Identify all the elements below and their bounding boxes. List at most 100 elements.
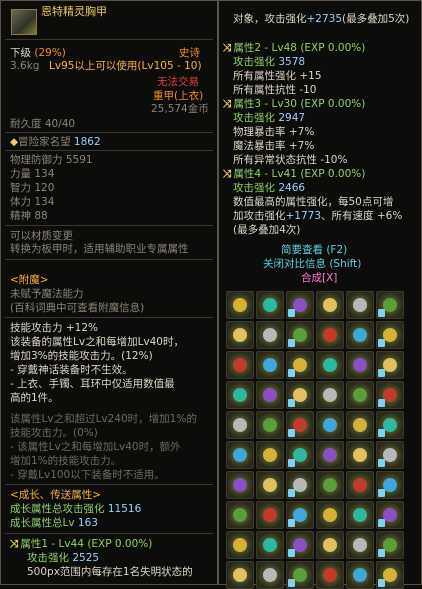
item-icon: [383, 298, 397, 312]
inventory-slot[interactable]: [226, 291, 254, 319]
inventory-slot[interactable]: [226, 351, 254, 379]
inventory-slot[interactable]: [346, 411, 374, 439]
inventory-slot[interactable]: [376, 351, 404, 379]
inventory-slot[interactable]: [376, 471, 404, 499]
item-rarity: 史诗: [179, 47, 200, 59]
compose-button[interactable]: 合成[X]: [301, 272, 337, 285]
inventory-slot[interactable]: [376, 441, 404, 469]
lock-icon: [378, 549, 385, 557]
inventory-slot[interactable]: [316, 291, 344, 319]
inventory-slot[interactable]: [376, 411, 404, 439]
item-icon: [263, 358, 277, 372]
inventory-slot[interactable]: [316, 321, 344, 349]
item-icon: [383, 418, 397, 432]
inventory-slot[interactable]: [256, 441, 284, 469]
item-icon: [353, 448, 367, 462]
inventory-slot[interactable]: [316, 531, 344, 559]
inventory-slot[interactable]: [316, 351, 344, 379]
inventory-slot[interactable]: [226, 381, 254, 409]
inventory-slot[interactable]: [346, 381, 374, 409]
close-compare-button[interactable]: 关闭对比信息 (Shift): [263, 258, 361, 271]
enchant-header: <附魔>: [10, 274, 49, 286]
inventory-slot[interactable]: [376, 501, 404, 529]
lock-icon: [378, 399, 385, 407]
item-icon: [233, 538, 247, 552]
inventory-slot[interactable]: [226, 321, 254, 349]
inventory-slot[interactable]: [226, 471, 254, 499]
skill-line-3: 增加3%的技能攻击力。(12%): [10, 350, 153, 362]
inventory-slot[interactable]: [346, 531, 374, 559]
attr1-title: ⤨ 属性1 - Lv44 (EXP 0.00%): [10, 538, 153, 550]
attr4-title: ⤨ 属性4 - Lv41 (EXP 0.00%): [223, 168, 366, 180]
inventory-slot[interactable]: [226, 411, 254, 439]
inventory-slot[interactable]: [286, 351, 314, 379]
lock-icon: [378, 459, 385, 467]
item-icon: [323, 298, 337, 312]
item-icon: [323, 448, 337, 462]
item-icon: [323, 418, 337, 432]
item-icon: [323, 328, 337, 342]
item-icon: [383, 328, 397, 342]
item-icon: [233, 568, 247, 582]
inventory-slot[interactable]: [256, 411, 284, 439]
item-name: 恩特精灵胸甲: [41, 5, 107, 18]
item-icon: [383, 508, 397, 522]
inventory-slot[interactable]: [346, 471, 374, 499]
inventory-slot[interactable]: [346, 501, 374, 529]
inventory-slot[interactable]: [316, 441, 344, 469]
inventory-slot[interactable]: [316, 381, 344, 409]
inventory-slot[interactable]: [376, 291, 404, 319]
item-icon: [233, 358, 247, 372]
item-icon: [263, 448, 277, 462]
inventory-slot[interactable]: [346, 321, 374, 349]
inventory-slot[interactable]: [316, 471, 344, 499]
lock-icon: [288, 489, 295, 497]
inventory-slot[interactable]: [286, 291, 314, 319]
item-icon: [323, 538, 337, 552]
inventory-slot[interactable]: [346, 291, 374, 319]
inventory-slot[interactable]: [226, 501, 254, 529]
lock-icon: [378, 339, 385, 347]
inventory-slot[interactable]: [376, 381, 404, 409]
inventory-slot[interactable]: [376, 321, 404, 349]
inventory-slot[interactable]: [376, 531, 404, 559]
item-icon: [293, 568, 307, 582]
durability: 耐久度 40/40: [10, 118, 76, 130]
inventory-slot[interactable]: [256, 351, 284, 379]
inventory-slot[interactable]: [286, 321, 314, 349]
inventory-slot[interactable]: [286, 471, 314, 499]
inventory-slot[interactable]: [286, 381, 314, 409]
item-icon: [353, 568, 367, 582]
inventory-slot[interactable]: [316, 411, 344, 439]
inventory-slot[interactable]: [226, 441, 254, 469]
inventory-slot[interactable]: [286, 411, 314, 439]
item-icon: [233, 418, 247, 432]
inventory-slot[interactable]: [256, 321, 284, 349]
lock-icon: [378, 489, 385, 497]
inventory-slot[interactable]: [256, 291, 284, 319]
item-icon: [353, 478, 367, 492]
stat-line: 体力 134: [10, 196, 55, 208]
inactive-line-2: 技能攻击力。(0%): [10, 427, 98, 439]
lock-icon: [378, 429, 385, 437]
inventory-slot[interactable]: [286, 501, 314, 529]
item-weight: 3.6kg: [10, 60, 40, 72]
lock-icon: [378, 369, 385, 377]
inventory-slot[interactable]: [316, 501, 344, 529]
convert-line-2: 转换为板甲时，适用辅助职业专属属性: [10, 243, 189, 255]
fame-icon: ◆: [10, 136, 19, 148]
inventory-slot[interactable]: [256, 471, 284, 499]
inventory-slot[interactable]: [256, 531, 284, 559]
simple-view-button[interactable]: 简要查看 (F2): [281, 244, 347, 257]
inventory-slot[interactable]: [226, 531, 254, 559]
inventory-slot[interactable]: [286, 441, 314, 469]
inventory-slot[interactable]: [286, 531, 314, 559]
item-icon: [263, 418, 277, 432]
attr2-atk: 攻击强化 3578: [233, 56, 306, 68]
inventory-slot[interactable]: [346, 351, 374, 379]
inventory-slot[interactable]: [256, 501, 284, 529]
inventory-slot[interactable]: [346, 441, 374, 469]
attr4-line-2: 加攻击强化+1773、所有速度 +6%: [233, 210, 403, 222]
inventory-slot[interactable]: [256, 381, 284, 409]
item-icon: [293, 298, 307, 312]
